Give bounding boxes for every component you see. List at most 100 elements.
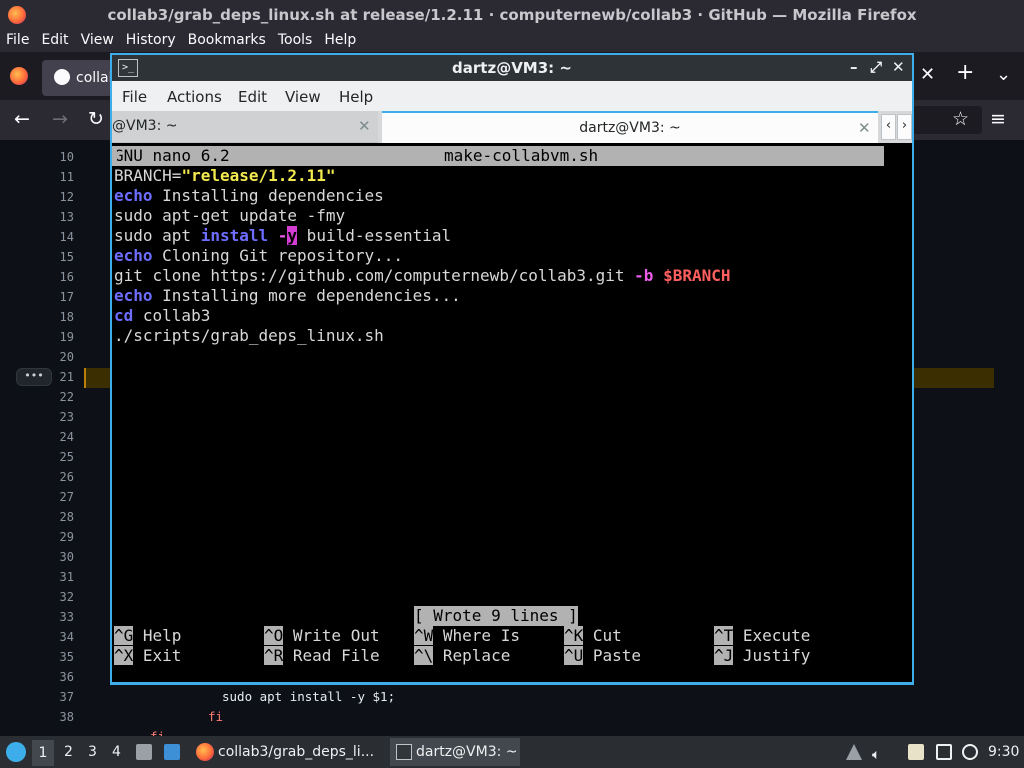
close-tab-icon[interactable]: ✕ — [358, 111, 371, 141]
line-number[interactable]: 28 — [40, 510, 74, 524]
tab-scroll-right-icon[interactable]: › — [897, 114, 912, 140]
line-number[interactable]: 38 — [40, 710, 74, 724]
terminal-menu-actions[interactable]: Actions — [167, 88, 222, 106]
firefox-titlebar: collab3/grab_deps_linux.sh at release/1.… — [0, 0, 1024, 30]
close-icon[interactable]: ✕ — [892, 58, 905, 76]
line-number[interactable]: 21 — [40, 370, 74, 384]
menu-edit[interactable]: Edit — [35, 30, 74, 48]
bookmark-star-icon[interactable]: ☆ — [952, 108, 969, 130]
application-launcher-icon[interactable] — [6, 742, 26, 762]
terminal-tab-2[interactable]: dartz@VM3: ~ ✕ — [382, 111, 878, 143]
terminal-tab-1[interactable]: @VM3: ~ ✕ — [112, 111, 378, 143]
line-number[interactable]: 26 — [40, 470, 74, 484]
line-number[interactable]: 25 — [40, 450, 74, 464]
terminal-menu-view[interactable]: View — [285, 88, 321, 106]
maximize-icon[interactable]: ⤢ — [870, 58, 882, 76]
code-line: sudo apt install -y $1; — [222, 689, 396, 704]
menu-tools[interactable]: Tools — [272, 30, 319, 48]
tab-list-chevron-icon[interactable]: ⌄ — [996, 64, 1011, 85]
taskbar-task-firefox[interactable]: collab3/grab_deps_li... — [192, 738, 378, 766]
line-number[interactable]: 10 — [40, 150, 74, 164]
terminal-icon — [396, 744, 412, 760]
workspace-3[interactable]: 3 — [88, 744, 97, 760]
volume-icon[interactable]: 🔈︎ — [872, 744, 888, 763]
code-line: fi — [150, 729, 165, 736]
line-number[interactable]: 22 — [40, 390, 74, 404]
terminal-menu-help[interactable]: Help — [339, 88, 373, 106]
code-line: sudo apt-get update -fmy — [114, 206, 346, 225]
line-number[interactable]: 14 — [40, 230, 74, 244]
line-number[interactable]: 16 — [40, 270, 74, 284]
app-menu-icon[interactable]: ≡ — [990, 108, 1006, 130]
line-number[interactable]: 29 — [40, 530, 74, 544]
firefox-icon — [196, 743, 214, 761]
clock[interactable]: 9:30 — [988, 744, 1019, 760]
code-line: ./scripts/grab_deps_linux.sh — [114, 326, 384, 345]
line-number[interactable]: 15 — [40, 250, 74, 264]
terminal-menu-edit[interactable]: Edit — [238, 88, 267, 106]
line-number[interactable]: 37 — [40, 690, 74, 704]
shortcut-where-is: ^W Where Is — [414, 626, 520, 645]
line-number[interactable]: 36 — [40, 670, 74, 684]
line-number[interactable]: 27 — [40, 490, 74, 504]
new-tab-icon[interactable]: + — [956, 60, 974, 85]
workspace-4[interactable]: 4 — [112, 744, 121, 760]
forward-icon[interactable]: → — [52, 108, 68, 130]
shortcut-cut: ^K Cut — [564, 626, 622, 645]
terminal-menubar: File Actions Edit View Help — [112, 81, 912, 111]
nano-status-message: [ Wrote 9 lines ] — [414, 606, 578, 626]
nano-editor[interactable]: GNU nano 6.2 make-collabvm.sh BRANCH="rel… — [112, 143, 912, 682]
line-number[interactable]: 18 — [40, 310, 74, 324]
menu-history[interactable]: History — [120, 30, 182, 48]
terminal-tab-label: @VM3: ~ — [112, 118, 178, 134]
terminal-menu-file[interactable]: File — [122, 88, 147, 106]
menu-bookmarks[interactable]: Bookmarks — [182, 30, 272, 48]
show-desktop-icon[interactable] — [136, 744, 152, 760]
back-icon[interactable]: ← — [14, 108, 30, 130]
line-number[interactable]: 20 — [40, 350, 74, 364]
line-number[interactable]: 34 — [40, 630, 74, 644]
firefox-tab-github[interactable]: collab — [42, 60, 112, 96]
line-number[interactable]: 31 — [40, 570, 74, 584]
reload-icon[interactable]: ↻ — [88, 108, 104, 130]
close-tab-icon[interactable]: ✕ — [858, 113, 871, 143]
line-number[interactable]: 13 — [40, 210, 74, 224]
line-number[interactable]: 12 — [40, 190, 74, 204]
line-number[interactable]: 19 — [40, 330, 74, 344]
file-manager-icon[interactable] — [164, 744, 180, 760]
workspace-1[interactable]: 1 — [32, 740, 54, 766]
menu-view[interactable]: View — [75, 30, 120, 48]
code-line: fi — [208, 709, 224, 724]
line-number[interactable]: 24 — [40, 430, 74, 444]
menu-help[interactable]: Help — [318, 30, 362, 48]
shortcut-read-file: ^R Read File — [264, 646, 380, 665]
line-number[interactable]: 11 — [40, 170, 74, 184]
line-number[interactable]: 33 — [40, 610, 74, 624]
firefox-menubar: File Edit View History Bookmarks Tools Help — [0, 30, 1024, 52]
urlbar[interactable] — [912, 106, 982, 134]
line-number[interactable]: 30 — [40, 550, 74, 564]
tab-scroll-left-icon[interactable]: ‹ — [881, 114, 896, 140]
workspace-2[interactable]: 2 — [64, 744, 73, 760]
nano-header: GNU nano 6.2 make-collabvm.sh — [114, 146, 884, 166]
close-tab-icon[interactable]: ✕ — [920, 64, 935, 85]
code-line: echo Cloning Git repository... — [114, 246, 403, 265]
line-number[interactable]: 35 — [40, 650, 74, 664]
shortcut-paste: ^U Paste — [564, 646, 642, 665]
code-line: cd collab3 — [114, 306, 211, 325]
shortcut-execute: ^T Execute — [714, 626, 811, 645]
updates-icon[interactable] — [846, 744, 862, 760]
network-icon[interactable] — [936, 744, 952, 760]
clipboard-icon[interactable] — [908, 744, 924, 760]
terminal-window-title: dartz@VM3: ~ — [452, 59, 572, 77]
shortcut-exit: ^X Exit — [114, 646, 182, 665]
menu-file[interactable]: File — [0, 30, 35, 48]
pinned-firefox-tab-icon[interactable] — [10, 67, 28, 85]
line-number[interactable]: 23 — [40, 410, 74, 424]
firefox-window-title: collab3/grab_deps_linux.sh at release/1.… — [107, 6, 917, 24]
line-number[interactable]: 17 — [40, 290, 74, 304]
minimize-icon[interactable]: – — [850, 58, 858, 76]
line-number[interactable]: 32 — [40, 590, 74, 604]
notifications-icon[interactable] — [962, 744, 978, 760]
terminal-tab-label: dartz@VM3: ~ — [579, 120, 681, 136]
